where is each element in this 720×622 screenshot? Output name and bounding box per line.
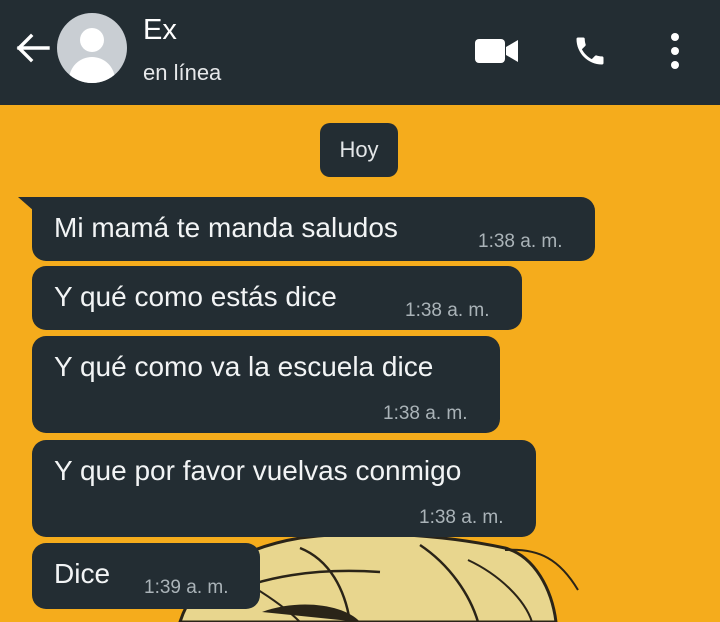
message-bubble[interactable]: Mi mamá te manda saludos 1:38 a. m. bbox=[32, 197, 595, 261]
message-time: 1:38 a. m. bbox=[478, 231, 563, 252]
message-bubble[interactable]: Dice 1:39 a. m. bbox=[32, 543, 260, 609]
video-call-icon[interactable] bbox=[475, 37, 519, 65]
message-text: Y qué como va la escuela dice bbox=[54, 351, 434, 382]
message-time: 1:38 a. m. bbox=[383, 403, 468, 424]
message-text: Dice bbox=[54, 558, 111, 589]
message-time: 1:39 a. m. bbox=[144, 577, 229, 598]
message-bubble[interactable]: Y qué como va la escuela dice 1:38 a. m. bbox=[32, 336, 500, 433]
message-text: Mi mamá te manda saludos bbox=[54, 212, 398, 243]
contact-avatar[interactable] bbox=[57, 13, 127, 83]
more-options-icon[interactable] bbox=[664, 32, 686, 70]
phone-call-icon[interactable] bbox=[572, 33, 608, 69]
contact-name[interactable]: Ex bbox=[143, 14, 177, 47]
avatar-body bbox=[69, 57, 115, 83]
message-bubble[interactable]: Y qué como estás dice 1:38 a. m. bbox=[32, 266, 522, 330]
avatar-head bbox=[80, 28, 104, 52]
contact-status: en línea bbox=[143, 60, 222, 85]
message-time: 1:38 a. m. bbox=[419, 507, 504, 528]
message-bubble[interactable]: Y que por favor vuelvas conmigo 1:38 a. … bbox=[32, 440, 536, 537]
message-time: 1:38 a. m. bbox=[405, 300, 490, 321]
date-divider: Hoy bbox=[320, 123, 398, 177]
back-arrow-icon[interactable] bbox=[14, 32, 50, 64]
message-text: Y que por favor vuelvas conmigo bbox=[54, 455, 462, 486]
chat-header: Ex en línea bbox=[0, 0, 720, 105]
message-text: Y qué como estás dice bbox=[54, 281, 337, 312]
